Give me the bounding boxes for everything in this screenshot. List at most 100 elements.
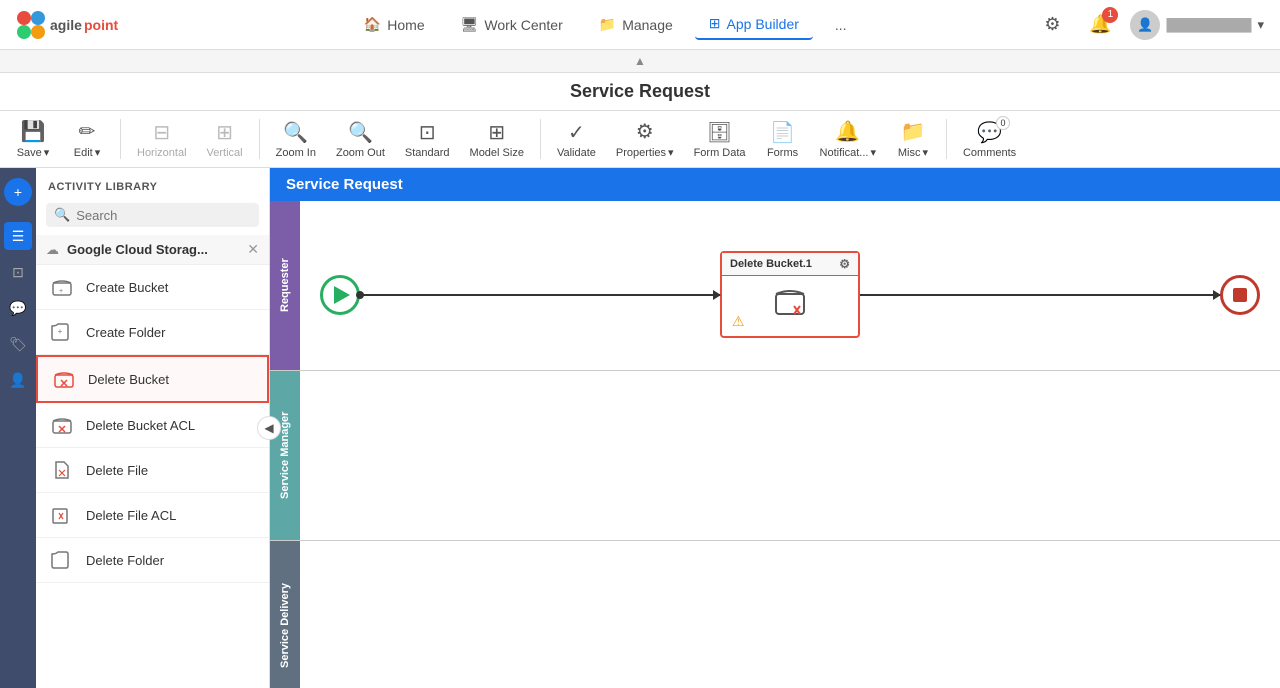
notification-badge: 1 xyxy=(1102,7,1118,23)
model-size-button[interactable]: ⊞ Model Size xyxy=(462,116,532,163)
category-row[interactable]: ☁ Google Cloud Storag... ✕ xyxy=(36,235,269,265)
sidebar-icon-list[interactable]: ☰ xyxy=(4,222,32,250)
edit-label: Edit ▾ xyxy=(74,146,101,159)
canvas-header: Service Request xyxy=(270,168,1280,201)
comments-button[interactable]: 💬 0 Comments xyxy=(955,116,1024,163)
svg-text:+: + xyxy=(59,288,63,295)
sidebar-collapse-button[interactable]: ◀ xyxy=(257,416,281,440)
swim-lane-service-manager-label: Service Manager xyxy=(270,371,300,540)
grid-icon: ⊞ xyxy=(709,15,721,32)
top-nav: agile point 🏠 Home 🖥 Work Center 📁 Manag… xyxy=(0,0,1280,50)
nav-more[interactable]: ... xyxy=(821,11,861,39)
swim-lane-service-delivery-label: Service Delivery xyxy=(270,541,300,688)
nav-appbuilder[interactable]: ⊞ App Builder xyxy=(695,9,813,40)
save-button[interactable]: 💾 Save ▾ xyxy=(8,115,58,163)
vertical-button[interactable]: ⊞ Vertical xyxy=(199,116,251,163)
node-gear-icon[interactable]: ⚙ xyxy=(839,257,850,271)
sidebar-header: ACTIVITY LIBRARY xyxy=(36,168,269,199)
toolbar: 💾 Save ▾ ✏ Edit ▾ ⊟ Horizontal ⊞ Vertica… xyxy=(0,111,1280,168)
comments-label: Comments xyxy=(963,147,1016,159)
forms-button[interactable]: 📄 Forms xyxy=(758,116,808,163)
refresh-button[interactable]: ⚙ xyxy=(1034,7,1070,43)
save-icon: 💾 xyxy=(21,119,46,144)
sidebar-icon-tag[interactable]: 🏷 xyxy=(4,330,32,358)
vertical-icon: ⊞ xyxy=(216,120,233,145)
nav-manage[interactable]: 📁 Manage xyxy=(585,10,687,39)
misc-button[interactable]: 📁 Misc ▾ xyxy=(888,115,938,163)
swim-lane-service-delivery: Service Delivery xyxy=(270,541,1280,688)
activity-item-delete-file-acl[interactable]: Delete File ACL xyxy=(36,493,269,538)
node-body: ⚠ xyxy=(722,276,858,336)
activity-item-create-folder[interactable]: + Create Folder xyxy=(36,310,269,355)
standard-button[interactable]: ⊡ Standard xyxy=(397,116,458,163)
model-size-icon: ⊞ xyxy=(488,120,505,145)
swim-lane-requester-label: Requester xyxy=(270,201,300,370)
chevron-up-icon: ▲ xyxy=(634,54,646,68)
sidebar: + ☰ ⊡ 💬 🏷 👤 ACTIVITY LIBRARY 🔍 ☁ Google … xyxy=(0,168,270,688)
delete-file-acl-icon xyxy=(48,501,76,529)
zoom-in-icon: 🔍 xyxy=(283,120,308,145)
sidebar-icon-user[interactable]: 👤 xyxy=(4,366,32,394)
sidebar-icon-add[interactable]: + xyxy=(4,178,32,206)
activity-item-delete-file[interactable]: Delete File xyxy=(36,448,269,493)
category-close-button[interactable]: ✕ xyxy=(247,241,259,258)
start-node[interactable] xyxy=(320,275,360,315)
misc-label: Misc ▾ xyxy=(898,146,928,159)
arrow-line-2 xyxy=(860,294,1220,296)
forms-icon: 📄 xyxy=(770,120,795,145)
node-bucket-icon xyxy=(770,284,810,328)
activity-item-delete-bucket-acl[interactable]: Delete Bucket ACL xyxy=(36,403,269,448)
form-data-button[interactable]: 🗄 Form Data xyxy=(686,116,754,163)
search-input[interactable] xyxy=(76,208,251,223)
workflow-area: Delete Bucket.1 ⚙ xyxy=(320,251,1260,338)
activity-item-create-bucket[interactable]: + Create Bucket xyxy=(36,265,269,310)
misc-icon: 📁 xyxy=(901,119,926,144)
delete-folder-label: Delete Folder xyxy=(86,553,164,568)
save-label: Save ▾ xyxy=(17,146,50,159)
delete-bucket-icon xyxy=(50,365,78,393)
workflow-node-delete-bucket[interactable]: Delete Bucket.1 ⚙ xyxy=(720,251,860,338)
notifications-label: Notificat... ▾ xyxy=(820,146,876,159)
create-bucket-icon: + xyxy=(48,273,76,301)
logo: agile point xyxy=(16,10,136,40)
validate-button[interactable]: ✓ Validate xyxy=(549,116,604,163)
properties-label: Properties ▾ xyxy=(616,146,674,159)
main-layout: + ☰ ⊡ 💬 🏷 👤 ACTIVITY LIBRARY 🔍 ☁ Google … xyxy=(0,168,1280,688)
nav-home[interactable]: 🏠 Home xyxy=(350,10,439,39)
logo-svg: agile point xyxy=(16,10,136,40)
nav-right: ⚙ 🔔 1 👤 ██████████ ▾ xyxy=(1034,7,1264,43)
create-bucket-label: Create Bucket xyxy=(86,280,168,295)
avatar: 👤 xyxy=(1130,10,1160,40)
collapse-bar[interactable]: ▲ xyxy=(0,50,1280,73)
toolbar-sep-3 xyxy=(540,119,541,159)
canvas-area[interactable]: Service Request Requester xyxy=(270,168,1280,688)
sidebar-icon-chat[interactable]: 💬 xyxy=(4,294,32,322)
start-inner xyxy=(334,286,350,304)
svg-text:agile: agile xyxy=(50,17,82,33)
svg-text:point: point xyxy=(84,17,119,33)
notifications-button[interactable]: 🔔 1 xyxy=(1082,7,1118,43)
activity-item-delete-bucket[interactable]: Delete Bucket xyxy=(36,355,269,403)
edit-button[interactable]: ✏ Edit ▾ xyxy=(62,115,112,163)
swim-lane-service-manager-content xyxy=(300,371,1280,540)
category-icon: ☁ xyxy=(46,242,59,258)
end-node[interactable] xyxy=(1220,275,1260,315)
vertical-label: Vertical xyxy=(207,147,243,159)
delete-bucket-label: Delete Bucket xyxy=(88,372,169,387)
zoom-out-button[interactable]: 🔍 Zoom Out xyxy=(328,116,393,163)
activity-item-delete-folder[interactable]: Delete Folder xyxy=(36,538,269,583)
username-label: ██████████ xyxy=(1166,18,1251,32)
arrow-line-1 xyxy=(360,294,720,296)
swim-lane-service-manager: Service Manager xyxy=(270,371,1280,541)
horizontal-button[interactable]: ⊟ Horizontal xyxy=(129,116,195,163)
properties-button[interactable]: ⚙ Properties ▾ xyxy=(608,115,682,163)
search-icon: 🔍 xyxy=(54,207,70,223)
user-menu[interactable]: 👤 ██████████ ▾ xyxy=(1130,10,1264,40)
node-title: Delete Bucket.1 xyxy=(730,258,812,270)
category-name: Google Cloud Storag... xyxy=(67,242,247,257)
nav-workcenter[interactable]: 🖥 Work Center xyxy=(447,10,577,39)
standard-label: Standard xyxy=(405,147,450,159)
notifications-toolbar-button[interactable]: 🔔 Notificat... ▾ xyxy=(812,115,884,163)
zoom-in-button[interactable]: 🔍 Zoom In xyxy=(268,116,324,163)
sidebar-icon-diagram[interactable]: ⊡ xyxy=(4,258,32,286)
